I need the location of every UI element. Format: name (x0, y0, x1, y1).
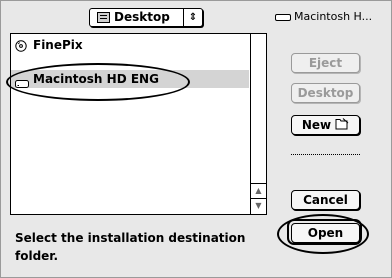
instruction-text: Select the installation destination fold… (15, 231, 246, 263)
new-folder-label: New (301, 118, 332, 132)
volume-indicator: Macintosh H... (275, 10, 372, 24)
location-popup-label: Desktop (114, 10, 170, 24)
list-item-label: FinePix (33, 38, 83, 52)
popup-arrows-icon: ⇕ (183, 9, 202, 26)
desktop-button[interactable]: Desktop (291, 83, 360, 103)
file-list[interactable]: FinePix Macintosh HD ENG ▲ ▼ (10, 33, 267, 215)
list-item-finepix[interactable]: FinePix (11, 36, 249, 54)
scroll-down-arrow-icon[interactable]: ▼ (251, 198, 266, 213)
vertical-scrollbar[interactable]: ▲ ▼ (250, 34, 266, 214)
separator (291, 154, 360, 155)
desktop-icon (97, 12, 110, 23)
cancel-button[interactable]: Cancel (291, 190, 360, 210)
new-folder-icon (335, 117, 349, 135)
cdrom-disc-icon (15, 39, 27, 57)
volume-name: Macintosh H... (294, 10, 373, 23)
eject-button[interactable]: Eject (291, 53, 360, 73)
scroll-up-arrow-icon[interactable]: ▲ (251, 183, 266, 198)
hard-drive-icon (275, 13, 291, 21)
highlight-ellipse (6, 63, 190, 101)
highlight-ellipse (277, 214, 369, 254)
new-folder-button[interactable]: New (291, 115, 360, 135)
location-popup[interactable]: Desktop ⇕ (89, 8, 203, 27)
